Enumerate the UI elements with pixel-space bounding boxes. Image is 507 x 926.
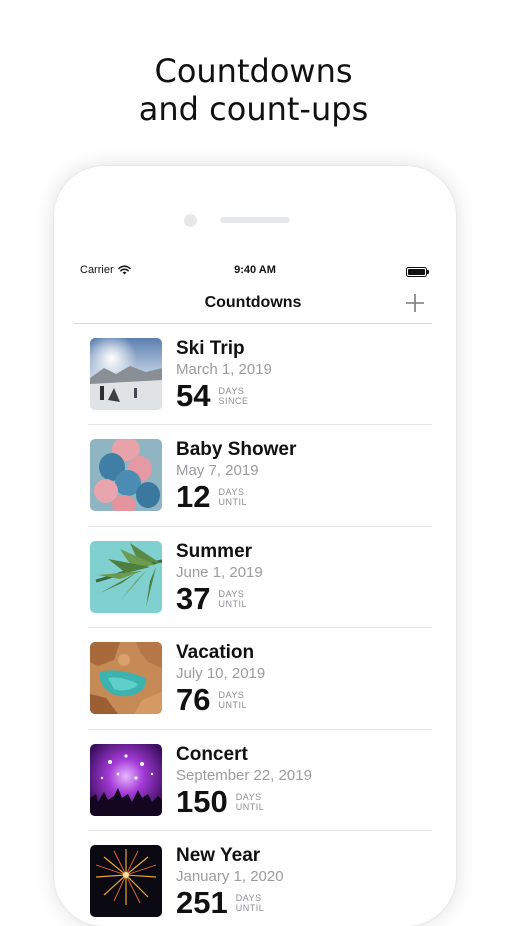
plus-icon	[406, 294, 424, 312]
list-item[interactable]: New Year January 1, 2020 251 DAYS UNTIL	[88, 831, 432, 926]
day-count: 150	[176, 783, 228, 819]
list-item[interactable]: Baby Shower May 7, 2019 12 DAYS UNTIL	[88, 425, 432, 527]
fireworks-photo	[90, 844, 162, 917]
count-unit: DAYS UNTIL	[236, 893, 265, 913]
event-date: January 1, 2020	[176, 867, 284, 885]
list-item[interactable]: Summer June 1, 2019 37 DAYS UNTIL	[88, 527, 432, 629]
event-title: Ski Trip	[176, 338, 245, 359]
events-list: Ski Trip March 1, 2019 54 DAYS SINCE Bab…	[74, 324, 432, 926]
event-title: Concert	[176, 743, 248, 765]
unit-days: DAYS	[218, 690, 245, 701]
unit-days: DAYS	[218, 588, 245, 599]
unit-direction: UNTIL	[218, 497, 247, 508]
day-counter: 76 DAYS UNTIL	[176, 682, 247, 718]
day-count: 12	[176, 479, 211, 515]
event-date: September 22, 2019	[176, 766, 312, 784]
battery-icon	[406, 267, 430, 277]
event-title: Baby Shower	[176, 439, 297, 461]
count-unit: DAYS UNTIL	[236, 792, 265, 812]
unit-direction: UNTIL	[235, 801, 265, 812]
count-unit: DAYS UNTIL	[218, 487, 247, 507]
day-counter: 12 DAYS UNTIL	[176, 479, 247, 515]
navigation-bar: Countdowns	[74, 286, 432, 324]
unit-days: DAYS	[218, 386, 245, 396]
front-camera	[184, 214, 197, 227]
unit-direction: UNTIL	[218, 598, 247, 609]
day-counter: 37 DAYS UNTIL	[176, 581, 247, 617]
list-item[interactable]: Ski Trip March 1, 2019 54 DAYS SINCE	[88, 324, 432, 426]
count-unit: DAYS UNTIL	[218, 589, 247, 609]
concert-crowd-photo	[90, 743, 162, 816]
event-date: March 1, 2019	[176, 361, 272, 378]
unit-days: DAYS	[235, 892, 262, 903]
balloons-photo	[90, 439, 162, 512]
marketing-headline: Countdowns and count-ups	[0, 52, 507, 128]
event-date: July 10, 2019	[176, 665, 266, 683]
day-count: 251	[176, 884, 228, 920]
event-date: June 1, 2019	[176, 563, 263, 581]
day-count: 37	[176, 580, 211, 616]
status-bar: Carrier 9:40 AM	[80, 264, 430, 280]
status-time: 9:40 AM	[234, 264, 276, 276]
unit-days: DAYS	[235, 791, 262, 802]
unit-direction: UNTIL	[235, 902, 265, 913]
event-date: May 7, 2019	[176, 462, 259, 480]
unit-direction: UNTIL	[218, 700, 247, 711]
ski-slope-photo	[90, 338, 162, 410]
headline-line-2: and count-ups	[138, 90, 369, 128]
day-count: 54	[176, 378, 211, 413]
count-unit: DAYS SINCE	[218, 386, 248, 406]
list-item[interactable]: Vacation July 10, 2019 76 DAYS UNTIL	[88, 628, 432, 730]
count-unit: DAYS UNTIL	[218, 690, 247, 710]
coastal-cove-photo	[90, 642, 162, 715]
earpiece-speaker	[220, 217, 290, 223]
day-count: 76	[176, 682, 211, 718]
event-title: New Year	[176, 844, 261, 866]
headline-line-1: Countdowns	[154, 52, 353, 90]
unit-direction: SINCE	[218, 396, 249, 406]
unit-days: DAYS	[218, 487, 245, 498]
list-item[interactable]: Concert September 22, 2019 150 DAYS UNTI…	[88, 730, 432, 831]
add-event-button[interactable]	[402, 290, 428, 316]
phone-frame: Carrier 9:40 AM Countdowns Ski Trip Marc…	[54, 166, 456, 926]
event-title: Summer	[176, 540, 253, 562]
event-title: Vacation	[176, 642, 255, 664]
day-counter: 54 DAYS SINCE	[176, 378, 249, 414]
nav-title: Countdowns	[204, 294, 302, 311]
palm-leaf-photo	[90, 540, 162, 613]
day-counter: 150 DAYS UNTIL	[176, 784, 264, 820]
day-counter: 251 DAYS UNTIL	[176, 885, 264, 921]
